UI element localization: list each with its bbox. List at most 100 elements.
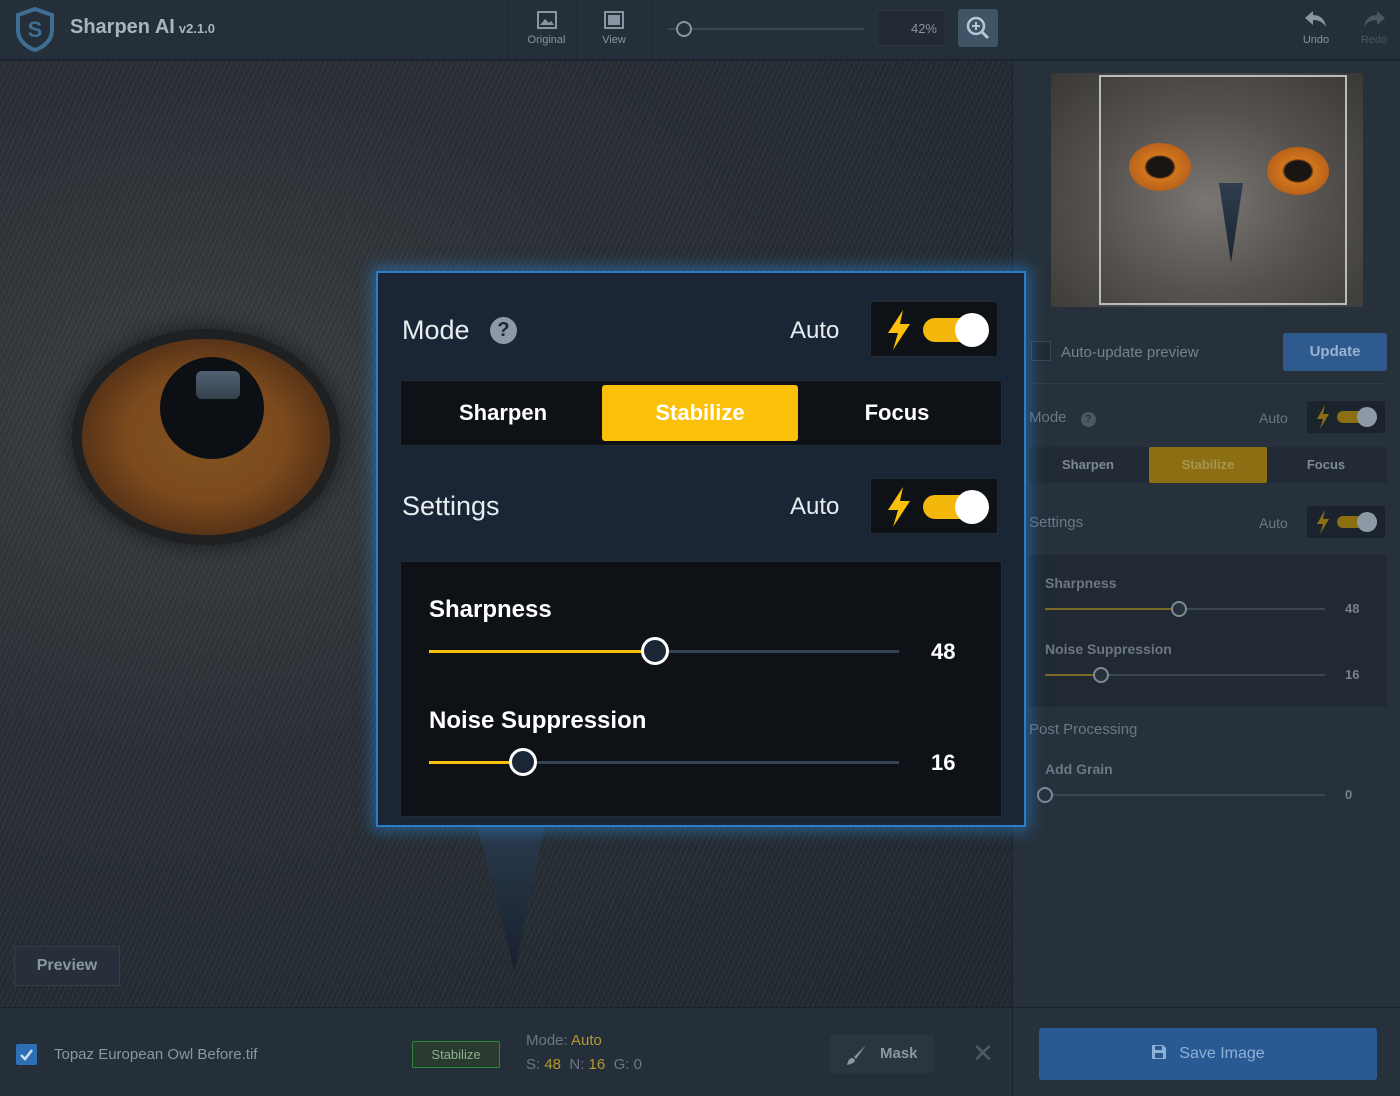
popup-sliders-box: Sharpness 48 Noise Suppression 16 [400, 561, 1002, 817]
zoom-value-field[interactable]: 42% [876, 10, 946, 46]
zoom-slider-track[interactable] [668, 28, 864, 30]
add-grain-knob[interactable] [1037, 787, 1053, 803]
panel-sharpness-label: Sharpness [1045, 575, 1117, 591]
popup-mode-selector: Sharpen Stabilize Focus [400, 380, 1002, 446]
mode-focus-button[interactable]: Focus [799, 385, 995, 441]
noise-suppression-value: 16 [931, 750, 956, 775]
original-button[interactable]: Original [508, 0, 584, 60]
help-icon[interactable]: ? [1080, 412, 1096, 427]
file-grain-value: 0 [633, 1056, 642, 1073]
zoom-button[interactable] [958, 9, 998, 47]
popup-mode-switch-knob [955, 313, 989, 347]
bolt-icon [888, 310, 910, 350]
svg-text:S: S [28, 17, 43, 42]
file-mode-meta: Mode: Auto [526, 1032, 602, 1049]
panel-settings-switch-knob [1357, 512, 1377, 532]
sharpness-knob[interactable] [640, 637, 669, 665]
noise-suppression-label: Noise Suppression [429, 707, 647, 734]
divider [1029, 383, 1387, 384]
redo-button[interactable]: Redo [1346, 0, 1400, 60]
save-area: Save Image [1012, 1007, 1400, 1096]
check-icon [20, 1049, 33, 1061]
undo-button[interactable]: Undo [1288, 0, 1344, 60]
top-bar: S Sharpen AI v2.1.0 Original View 42% Und… [0, 0, 1400, 60]
popup-mode-auto-toggle[interactable] [870, 301, 998, 357]
noise-suppression-track[interactable] [429, 761, 899, 764]
panel-sharpness-knob[interactable] [1171, 601, 1188, 617]
image-icon [536, 11, 557, 29]
mode-sharpen-button[interactable]: Sharpen [405, 385, 601, 441]
file-mode-value: Auto [571, 1032, 602, 1049]
panel-noise-value: 16 [1345, 667, 1360, 682]
panel-sharpness-value: 48 [1345, 601, 1360, 616]
app-title: Sharpen AI v2.1.0 [70, 16, 215, 38]
popup-settings-auto-label: Auto [790, 493, 840, 520]
logo-s-icon: S [16, 6, 54, 52]
file-noise-value: 16 [588, 1056, 606, 1073]
panel-settings-auto-toggle[interactable] [1307, 506, 1385, 538]
original-label: Original [527, 34, 566, 46]
mask-label: Mask [880, 1045, 918, 1062]
post-processing-label: Post Processing [1029, 721, 1138, 738]
noise-suppression-knob[interactable] [509, 748, 537, 776]
file-sharpness-value: 48 [544, 1056, 562, 1073]
panel-mode-focus[interactable]: Focus [1267, 447, 1385, 483]
panel-noise-knob[interactable] [1093, 667, 1109, 683]
save-icon [1152, 1045, 1167, 1059]
add-grain-label: Add Grain [1045, 761, 1113, 777]
view-label: View [602, 34, 626, 46]
help-icon[interactable]: ? [490, 317, 517, 344]
bolt-icon [888, 487, 910, 527]
panel-sharpness-fill [1045, 608, 1180, 610]
panel-mode-label: Mode ? [1029, 409, 1096, 427]
panel-mode-switch-knob [1357, 407, 1377, 427]
panel-mode-auto-toggle[interactable] [1307, 401, 1385, 433]
close-icon[interactable]: ✕ [972, 1038, 994, 1069]
panel-settings-auto-label: Auto [1259, 515, 1288, 531]
brush-icon [847, 1045, 866, 1065]
panel-noise-track[interactable] [1045, 674, 1325, 676]
navigator-viewport-frame[interactable] [1099, 75, 1347, 305]
redo-label: Redo [1360, 34, 1388, 46]
popup-mode-title: Mode [402, 315, 470, 345]
sharpness-value: 48 [931, 639, 956, 664]
settings-panel: Auto-update preview Update Mode ? Auto S… [1012, 61, 1400, 1007]
view-button[interactable]: View [576, 0, 652, 60]
undo-label: Undo [1302, 34, 1330, 46]
preview-button[interactable]: Preview [14, 946, 120, 986]
mode-stabilize-button[interactable]: Stabilize [602, 385, 798, 441]
update-button[interactable]: Update [1283, 333, 1387, 371]
panel-mode-selector: Sharpen Stabilize Focus [1029, 447, 1387, 483]
zoom-in-icon [966, 16, 990, 40]
save-image-label: Save Image [1179, 1045, 1265, 1062]
panel-mode-stabilize[interactable]: Stabilize [1149, 447, 1267, 483]
popup-settings-auto-toggle[interactable] [870, 478, 998, 534]
file-settings-meta: S: 48 N: 16 G: 0 [526, 1056, 642, 1073]
panel-sliders-box: Sharpness 48 Noise Suppression 16 [1029, 555, 1387, 707]
app-version: v2.1.0 [178, 21, 215, 36]
panel-mode-sharpen[interactable]: Sharpen [1029, 447, 1147, 483]
sharpness-fill [429, 650, 655, 653]
view-icon [604, 11, 624, 29]
popup-mode-auto-label: Auto [790, 317, 840, 344]
panel-settings-label: Settings [1029, 514, 1084, 531]
file-name[interactable]: Topaz European Owl Before.tif [54, 1046, 257, 1063]
redo-icon [1364, 11, 1385, 27]
panel-noise-label: Noise Suppression [1045, 641, 1172, 657]
save-image-button[interactable]: Save Image [1039, 1028, 1377, 1080]
add-grain-track[interactable] [1045, 794, 1325, 796]
undo-icon [1305, 11, 1326, 27]
bolt-icon [1317, 405, 1329, 429]
bolt-icon [1317, 510, 1329, 534]
navigator-thumbnail[interactable] [1051, 73, 1363, 307]
add-grain-value: 0 [1345, 787, 1353, 802]
mode-badge: Stabilize [412, 1041, 500, 1068]
file-bar: Topaz European Owl Before.tif Stabilize … [0, 1007, 1012, 1096]
popup-settings-switch-knob [955, 490, 989, 524]
file-checkbox[interactable] [16, 1044, 37, 1065]
mask-button[interactable]: Mask [830, 1035, 934, 1073]
panel-mode-auto-label: Auto [1259, 410, 1288, 426]
zoom-slider-thumb[interactable] [675, 21, 692, 37]
auto-update-checkbox[interactable] [1031, 341, 1051, 361]
auto-update-label: Auto-update preview [1061, 344, 1199, 361]
